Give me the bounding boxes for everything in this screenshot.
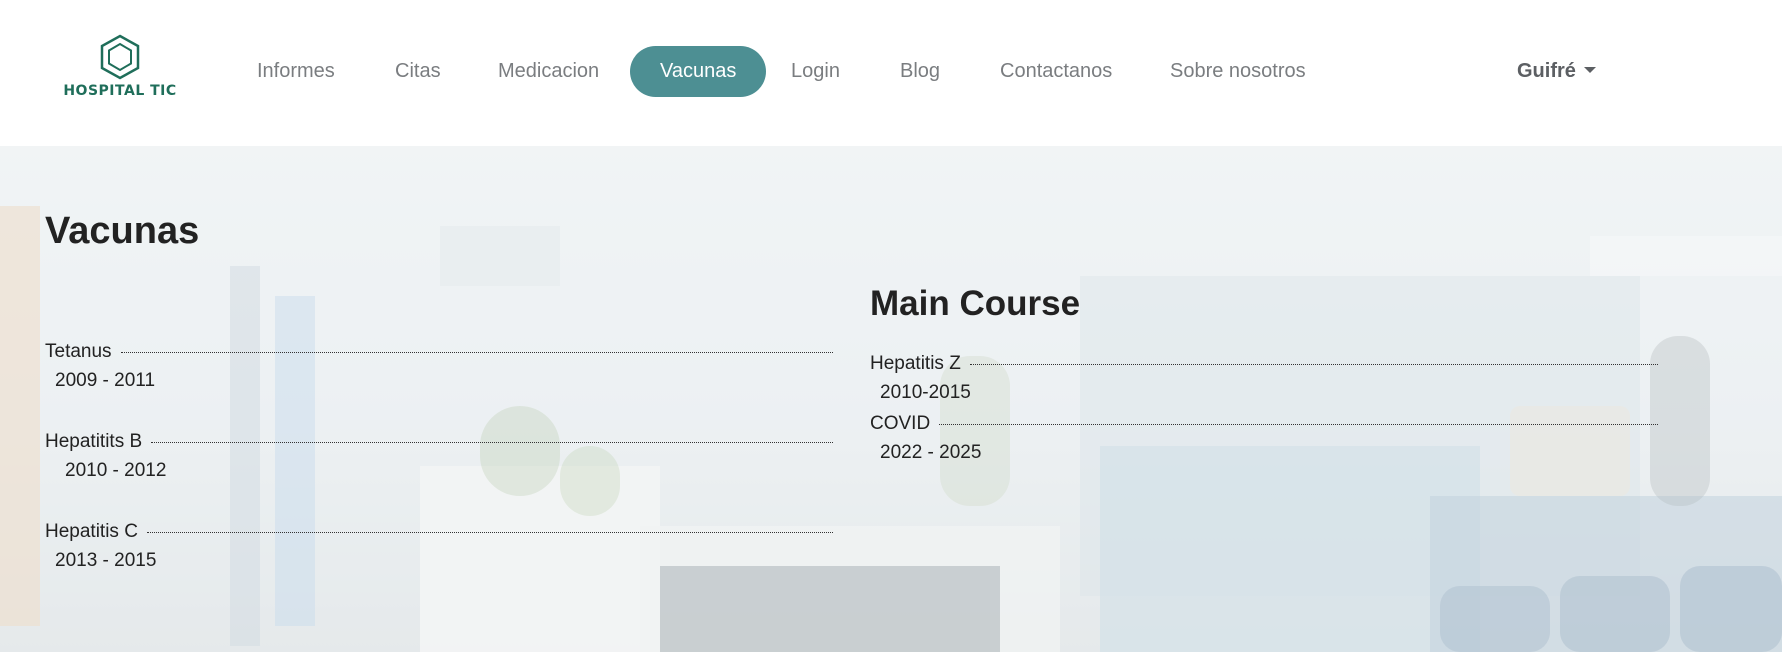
vaccine-name: COVID [870,413,931,434]
vaccine-years: 2013 - 2015 [55,550,157,571]
nav-informes[interactable]: Informes [257,46,335,97]
vaccine-name: Hepatitis C [45,521,138,542]
nav-vacunas[interactable]: Vacunas [630,46,767,97]
nav-blog[interactable]: Blog [900,46,940,97]
section-title: Main Course [870,284,1081,323]
nav-medicacion[interactable]: Medicacion [498,46,599,97]
user-dropdown[interactable]: Guifré [1517,46,1596,97]
vaccine-years: 2022 - 2025 [880,442,982,463]
dotted-leader [151,441,833,443]
caret-down-icon [1583,67,1596,73]
vaccine-years: 2009 - 2011 [55,370,156,391]
hospital-logo[interactable]: HOSPITAL TIC [60,34,180,104]
vaccine-years: 2010-2015 [880,382,971,403]
vaccine-item-covid: COVID 2022 - 2025 [870,412,1658,464]
vaccine-years: 2010 - 2012 [65,460,167,481]
dotted-leader [969,363,1658,365]
user-name: Guifré [1517,60,1576,82]
nav-login[interactable]: Login [791,46,840,97]
vaccine-item-tetanus: Tetanus 2009 - 2011 [45,340,833,392]
vaccine-item-hepatitis-z: Hepatitis Z 2010-2015 [870,352,1658,404]
top-navbar: HOSPITAL TIC Informes Citas Medicacion V… [0,0,1782,146]
nav-citas[interactable]: Citas [395,46,441,97]
vaccine-item-hepatitis-b: Hepatitits B 2010 - 2012 [45,430,833,482]
vaccine-name: Hepatitis Z [870,353,961,374]
dotted-leader [939,423,1658,425]
vaccine-name: Hepatitits B [45,431,143,452]
logo-text: HOSPITAL TIC [63,83,177,99]
vaccine-item-hepatitis-c: Hepatitis C 2013 - 2015 [45,520,833,572]
dotted-leader [120,351,833,353]
dotted-leader [146,531,833,533]
nav-contactanos[interactable]: Contactanos [1000,46,1112,97]
hexagon-icon [100,34,140,80]
page-title: Vacunas [45,210,200,252]
vaccine-name: Tetanus [45,341,112,362]
hero-section: Vacunas Tetanus 2009 - 2011 Hepatitits B… [0,146,1782,652]
nav-sobre-nosotros[interactable]: Sobre nosotros [1170,46,1306,97]
